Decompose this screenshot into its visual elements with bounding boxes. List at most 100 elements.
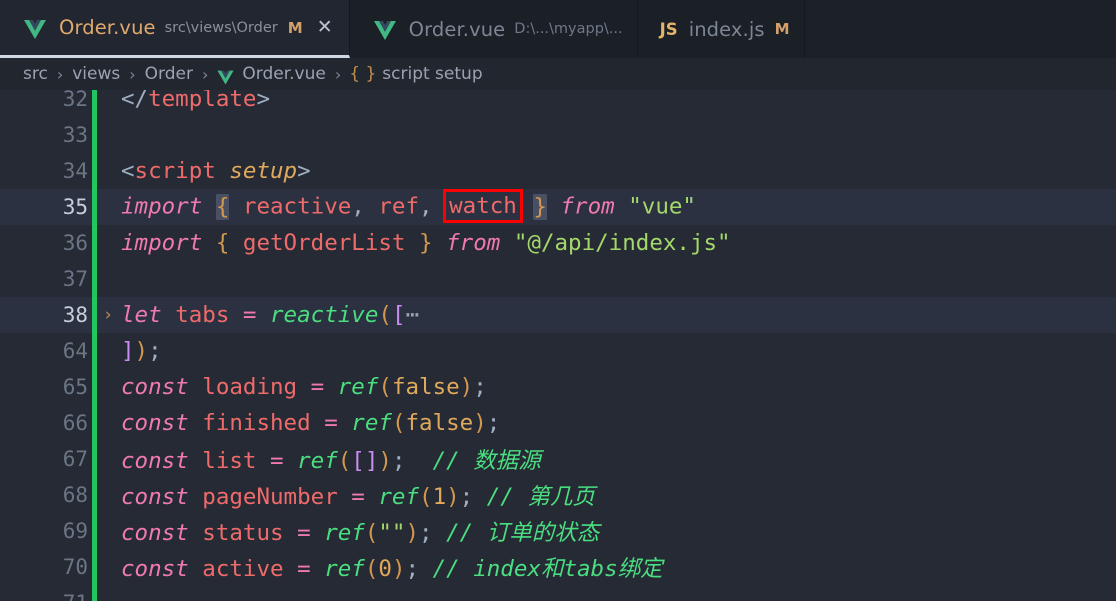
code-line-34: 34 <script setup>: [0, 153, 1116, 189]
token-ref-call: ref: [297, 448, 338, 474]
code-editor[interactable]: 32 </scripttemplate> 33 34 <script setup…: [0, 90, 1116, 601]
code-lines: 32 </scripttemplate> 33 34 <script setup…: [0, 90, 1116, 601]
token-loading: loading: [202, 374, 298, 400]
code-text: const status = ref(""); // 订单的状态: [121, 520, 600, 546]
change-bar: [92, 117, 97, 153]
token-empty-string: "": [378, 520, 406, 546]
vue-icon: [22, 15, 48, 41]
change-bar: [92, 369, 97, 405]
code-text: </scripttemplate>: [121, 90, 271, 112]
fold-ellipsis[interactable]: ⋯: [405, 302, 419, 328]
token-from: from: [446, 230, 501, 256]
tab-order-vue-inactive[interactable]: Order.vue D:\...\myapp\...: [349, 0, 638, 58]
code-line-64: 64 ]);: [0, 333, 1116, 369]
close-icon[interactable]: ✕: [315, 18, 335, 38]
code-line-68: 68 const pageNumber = ref(1); // 第几页: [0, 477, 1116, 513]
line-number: 64: [62, 339, 88, 363]
comment-data-source: // 数据源: [432, 448, 541, 474]
token-import: import: [121, 230, 203, 256]
change-bar: [92, 153, 97, 189]
code-text: const list = ref([]); // 数据源: [121, 448, 541, 474]
fold-chevron-icon[interactable]: ›: [97, 305, 119, 325]
code-text: const active = ref(0); // index和tabs绑定: [121, 556, 663, 582]
token-list: list: [202, 448, 257, 474]
token-active: active: [202, 556, 284, 582]
change-bar: [92, 189, 97, 225]
code-line-35: 35 import { reactive, ref, watch } from …: [0, 189, 1116, 225]
token-vue-string: "vue": [628, 193, 696, 220]
code-line-32: 32 </scripttemplate>: [0, 90, 1116, 117]
tab-index-js[interactable]: JS index.js M: [637, 0, 805, 58]
code-line-71: 71: [0, 585, 1116, 601]
token-const: const: [121, 556, 189, 582]
breadcrumb: src › views › Order › Order.vue › { } sc…: [0, 58, 1116, 90]
comment-page-number: // 第几页: [486, 484, 595, 510]
change-bar: [92, 585, 97, 601]
braces-icon: { }: [349, 64, 377, 84]
change-bar: [92, 225, 97, 261]
code-text: const loading = ref(false);: [121, 374, 487, 400]
code-text: import { getOrderList } from "@/api/inde…: [121, 230, 731, 256]
code-line-33: 33: [0, 117, 1116, 153]
token-ref: ref: [378, 193, 420, 220]
code-text: let tabs = reactive([⋯: [121, 302, 420, 328]
line-number: 68: [62, 483, 88, 507]
tab-label: Order.vue: [59, 16, 156, 39]
token-open-brace: {: [215, 193, 230, 220]
breadcrumb-item-src[interactable]: src: [22, 64, 49, 84]
token-pagenumber: pageNumber: [202, 484, 338, 510]
code-line-66: 66 const finished = ref(false);: [0, 405, 1116, 441]
change-bar: [92, 90, 97, 117]
tab-path: D:\...\myapp\...: [514, 21, 623, 37]
line-number: 36: [62, 231, 88, 255]
token-let: let: [121, 302, 162, 328]
breadcrumb-separator: ›: [334, 64, 342, 84]
change-bar: [92, 405, 97, 441]
breadcrumb-item-views[interactable]: views: [71, 64, 121, 84]
annotation-box-watch: watch: [443, 189, 523, 223]
change-bar: [92, 333, 97, 369]
token-one: 1: [432, 484, 447, 510]
line-number: 32: [62, 90, 88, 111]
token-const: const: [121, 410, 189, 436]
line-number: 67: [62, 447, 88, 471]
token-false: false: [405, 410, 474, 436]
line-number: 70: [62, 555, 88, 579]
token-zero: 0: [378, 556, 392, 582]
change-bar: [92, 261, 97, 297]
token-setup: setup: [229, 158, 298, 184]
code-line-65: 65 const loading = ref(false);: [0, 369, 1116, 405]
code-line-70: 70 const active = ref(0); // index和tabs绑…: [0, 549, 1116, 585]
line-number: 34: [62, 159, 88, 183]
token-tabs: tabs: [175, 302, 230, 328]
token-ref-call: ref: [324, 556, 365, 582]
token-const: const: [121, 448, 189, 474]
code-line-37: 37: [0, 261, 1116, 297]
token-false: false: [391, 374, 460, 400]
token-from: from: [560, 193, 615, 220]
breadcrumb-item-script-setup[interactable]: script setup: [381, 64, 483, 84]
line-number: 65: [62, 375, 88, 399]
token-lt: <: [121, 158, 135, 184]
change-bar: [92, 441, 97, 477]
code-text: ]);: [121, 338, 162, 364]
breadcrumb-item-order[interactable]: Order: [144, 64, 194, 84]
change-bar: [92, 477, 97, 513]
token-close-brace: }: [533, 193, 547, 220]
code-text: const pageNumber = ref(1); // 第几页: [121, 484, 595, 510]
tab-label: Order.vue: [408, 17, 506, 41]
token-import: import: [121, 193, 203, 220]
vue-icon: [216, 67, 235, 86]
tab-label: index.js: [688, 17, 765, 41]
js-icon: JS: [659, 19, 678, 39]
token-getorderlist: getOrderList: [242, 230, 406, 256]
token-ref-call: ref: [324, 520, 365, 546]
code-text: <script setup>: [119, 158, 311, 184]
editor-tab-bar: Order.vue src\views\Order M ✕ Order.vue …: [0, 0, 1116, 58]
code-text: import { reactive, ref, watch } from "vu…: [119, 189, 696, 224]
code-line-69: 69 const status = ref(""); // 订单的状态: [0, 513, 1116, 549]
token-const: const: [121, 520, 189, 546]
tab-order-vue-active[interactable]: Order.vue src\views\Order M ✕: [0, 0, 350, 58]
change-bar: [92, 513, 97, 549]
breadcrumb-item-order-vue[interactable]: Order.vue: [241, 64, 326, 84]
